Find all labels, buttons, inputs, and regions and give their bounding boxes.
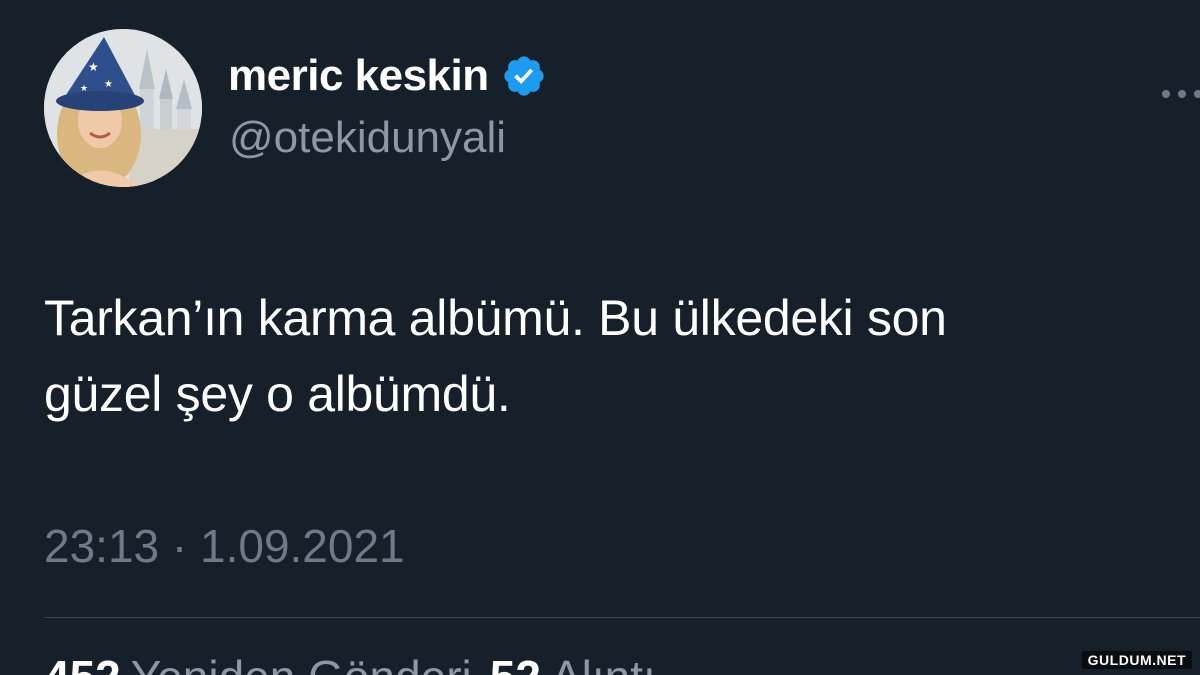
retweets-stat[interactable]: 452 Yeniden Gönderi bbox=[44, 650, 472, 675]
tweet-card: ★ ★ ★ meric keskin @otekidunyali Tarkan’… bbox=[0, 0, 1200, 675]
quotes-label: Alıntı bbox=[551, 650, 656, 675]
author-handle[interactable]: @otekidunyali bbox=[229, 113, 506, 163]
tweet-text-line: güzel şey o albümdü. bbox=[44, 366, 511, 422]
tweet-stats: 452 Yeniden Gönderi 52 Alıntı bbox=[44, 650, 662, 675]
more-options-icon[interactable] bbox=[1160, 86, 1200, 102]
quotes-stat[interactable]: 52 Alıntı bbox=[490, 650, 656, 675]
verified-badge-icon bbox=[503, 56, 544, 96]
retweets-label: Yeniden Gönderi bbox=[131, 650, 472, 675]
svg-text:★: ★ bbox=[80, 84, 88, 94]
divider bbox=[44, 617, 1200, 618]
watermark: GULDUM.NET bbox=[1081, 651, 1192, 669]
avatar[interactable]: ★ ★ ★ bbox=[44, 29, 202, 187]
retweets-count: 452 bbox=[44, 650, 121, 675]
tweet-timestamp[interactable]: 23:13 · 1.09.2021 bbox=[44, 519, 405, 573]
author-display-name[interactable]: meric keskin bbox=[228, 51, 489, 101]
quotes-count: 52 bbox=[490, 650, 541, 675]
avatar-photo-icon: ★ ★ ★ bbox=[44, 29, 202, 187]
author-name-row: meric keskin bbox=[228, 48, 547, 104]
tweet-text-line: Tarkan’ın karma albümü. Bu ülkedeki son bbox=[44, 290, 947, 346]
tweet-text: Tarkan’ın karma albümü. Bu ülkedeki son … bbox=[44, 280, 1164, 432]
svg-text:★: ★ bbox=[88, 60, 99, 74]
svg-text:★: ★ bbox=[104, 79, 113, 90]
